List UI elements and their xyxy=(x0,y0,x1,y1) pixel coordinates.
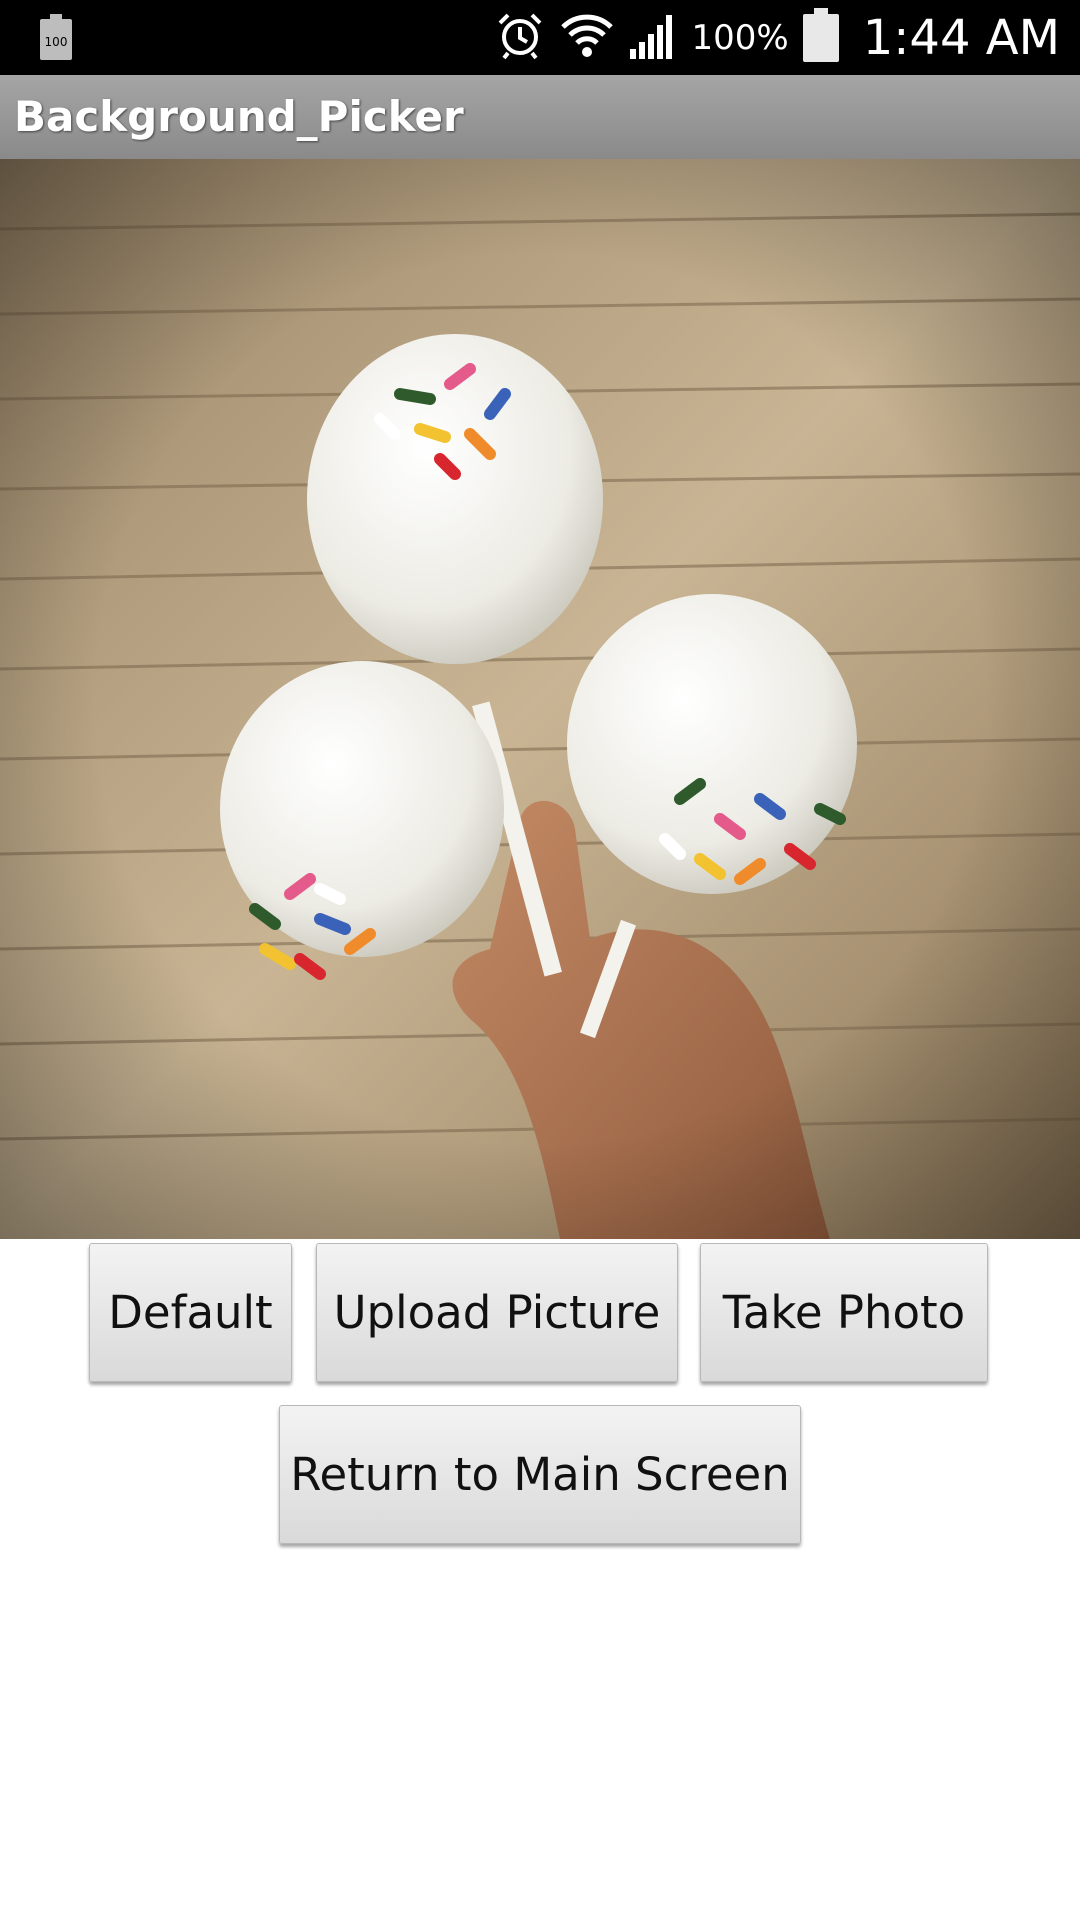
upload-picture-button-label: Upload Picture xyxy=(333,1286,661,1339)
take-photo-button[interactable]: Take Photo xyxy=(700,1243,988,1382)
app-title: Background_Picker xyxy=(14,92,464,141)
battery-icon xyxy=(802,8,839,67)
return-to-main-screen-button[interactable]: Return to Main Screen xyxy=(279,1405,801,1544)
signal-icon xyxy=(628,11,678,64)
action-bar: Background_Picker xyxy=(0,75,1080,160)
clock: 1:44 AM xyxy=(862,9,1060,66)
status-bar: 100 100% 1:44 AM xyxy=(0,0,1080,75)
battery-icon: 100 xyxy=(40,14,72,60)
upload-picture-button[interactable]: Upload Picture xyxy=(316,1243,678,1382)
return-to-main-screen-button-label: Return to Main Screen xyxy=(290,1448,790,1501)
alarm-icon xyxy=(494,9,546,66)
battery-percent: 100% xyxy=(691,17,789,58)
default-button-label: Default xyxy=(108,1286,273,1339)
wifi-icon xyxy=(560,11,614,64)
battery-left-text: 100 xyxy=(45,35,68,49)
take-photo-button-label: Take Photo xyxy=(722,1286,966,1339)
background-preview-image xyxy=(0,159,1080,1239)
default-button[interactable]: Default xyxy=(89,1243,292,1382)
